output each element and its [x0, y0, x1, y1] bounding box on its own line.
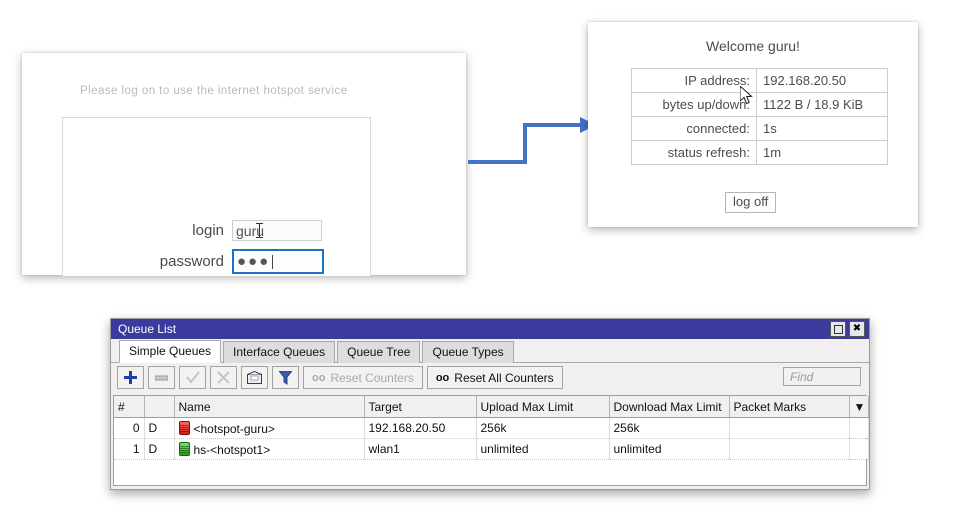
- status-table: IP address: 192.168.20.50 bytes up/down:…: [631, 68, 888, 165]
- status-key: IP address:: [631, 68, 757, 93]
- tab-interface-queues[interactable]: Interface Queues: [223, 341, 336, 363]
- row-spacer: [849, 438, 869, 460]
- disable-button[interactable]: [210, 366, 237, 389]
- enable-button[interactable]: [179, 366, 206, 389]
- mouse-cursor-icon: [740, 86, 753, 105]
- row-target: wlan1: [364, 438, 477, 460]
- reset-all-counters-button[interactable]: oo Reset All Counters: [426, 366, 563, 389]
- remove-button[interactable]: [148, 366, 175, 389]
- login-input[interactable]: guru: [232, 220, 322, 241]
- row-name: <hotspot-guru>: [174, 417, 365, 439]
- row-name-text: <hotspot-guru>: [193, 421, 275, 436]
- status-value: 192.168.20.50: [756, 68, 888, 93]
- password-input[interactable]: ●●●: [232, 249, 324, 274]
- password-label: password: [159, 253, 224, 270]
- queue-status-icon: [178, 420, 190, 435]
- text-cursor-icon: [256, 223, 263, 238]
- status-row: connected: 1s: [631, 116, 888, 141]
- queue-status-icon: [178, 441, 190, 456]
- filter-icon: [279, 370, 292, 385]
- status-row: status refresh: 1m: [631, 140, 888, 165]
- status-row: IP address: 192.168.20.50: [631, 68, 888, 93]
- row-target: 192.168.20.50: [364, 417, 477, 439]
- close-button[interactable]: ✖: [849, 321, 865, 337]
- table-row[interactable]: 0 D <hotspot-guru> 192.168.20.50 256k 25…: [114, 417, 869, 439]
- status-value: 1m: [756, 140, 888, 165]
- table-row[interactable]: 1 D hs-<hotspot1> wlan1 unlimited unlimi…: [114, 438, 869, 460]
- log-off-button[interactable]: log off: [725, 192, 777, 213]
- queue-table-container: # Name Target Upload Max Limit Download …: [113, 395, 869, 486]
- login-label: login: [192, 222, 224, 239]
- connector-arrow: [468, 117, 596, 164]
- row-upload-max-limit: unlimited: [476, 438, 610, 460]
- column-header-target[interactable]: Target: [364, 396, 477, 418]
- cross-icon: [217, 371, 230, 384]
- column-header-index[interactable]: #: [114, 396, 145, 418]
- row-flag: D: [144, 438, 175, 460]
- add-button[interactable]: [117, 366, 144, 389]
- row-flag: D: [144, 417, 175, 439]
- row-upload-max-limit: 256k: [476, 417, 610, 439]
- column-chooser-button[interactable]: ▼: [849, 396, 869, 418]
- row-packet-marks: [729, 438, 850, 460]
- status-value: 1s: [756, 116, 888, 141]
- comment-button[interactable]: [241, 366, 268, 389]
- find-placeholder: Find: [790, 369, 814, 384]
- status-value: 1122 B / 18.9 KiB: [756, 92, 888, 117]
- toolbar: oo Reset Counters oo Reset All Counters …: [111, 363, 869, 391]
- column-header-name[interactable]: Name: [174, 396, 365, 418]
- row-name: hs-<hotspot1>: [174, 438, 365, 460]
- row-index: 1: [114, 438, 145, 460]
- tab-queue-types[interactable]: Queue Types: [422, 341, 514, 363]
- hotspot-login-panel: Please log on to use the internet hotspo…: [22, 53, 466, 276]
- welcome-title: Welcome guru!: [706, 38, 800, 54]
- tab-simple-queues[interactable]: Simple Queues: [119, 340, 222, 363]
- column-header-packet-marks[interactable]: Packet Marks: [729, 396, 850, 418]
- column-header-upload-max-limit[interactable]: Upload Max Limit: [476, 396, 610, 418]
- reset-counters-prefix: oo: [312, 371, 326, 384]
- maximize-button[interactable]: [830, 321, 846, 337]
- status-key: bytes up/down:: [631, 92, 757, 117]
- column-header-flags[interactable]: [144, 396, 175, 418]
- row-spacer: [849, 417, 869, 439]
- status-key: connected:: [631, 116, 757, 141]
- row-download-max-limit: 256k: [609, 417, 730, 439]
- window-controls: ✖: [830, 321, 869, 337]
- reset-all-counters-label: Reset All Counters: [454, 370, 554, 385]
- login-heading: Please log on to use the internet hotspo…: [80, 85, 348, 97]
- row-download-max-limit: unlimited: [609, 438, 730, 460]
- filter-button[interactable]: [272, 366, 299, 389]
- queue-list-window: Queue List ✖ Simple Queues Interface Que…: [110, 318, 870, 490]
- reset-counters-button[interactable]: oo Reset Counters: [303, 366, 423, 389]
- row-name-text: hs-<hotspot1>: [193, 442, 271, 457]
- reset-counters-label: Reset Counters: [330, 370, 414, 385]
- reset-all-counters-prefix: oo: [435, 371, 450, 384]
- row-index: 0: [114, 417, 145, 439]
- plus-icon: [124, 371, 137, 384]
- tab-bar: Simple Queues Interface Queues Queue Tre…: [111, 339, 869, 363]
- maximize-icon: [833, 324, 843, 334]
- row-packet-marks: [729, 417, 850, 439]
- login-field-row: login guru: [132, 220, 322, 241]
- find-input[interactable]: Find: [783, 367, 861, 386]
- screenshot-root: Please log on to use the internet hotspo…: [0, 0, 957, 529]
- column-header-download-max-limit[interactable]: Download Max Limit: [609, 396, 730, 418]
- caret-icon: [272, 254, 274, 269]
- window-title-bar[interactable]: Queue List ✖: [111, 319, 869, 339]
- table-header-row: # Name Target Upload Max Limit Download …: [114, 396, 869, 418]
- status-row: bytes up/down: 1122 B / 18.9 KiB: [631, 92, 888, 117]
- check-icon: [185, 371, 200, 384]
- tab-queue-tree[interactable]: Queue Tree: [337, 341, 421, 363]
- password-input-value: ●●●: [237, 253, 271, 270]
- queue-table: # Name Target Upload Max Limit Download …: [114, 396, 869, 460]
- comment-icon: [247, 371, 262, 384]
- status-key: status refresh:: [631, 140, 757, 165]
- minus-icon: [155, 375, 168, 380]
- window-title: Queue List: [118, 322, 177, 336]
- password-field-row: password ●●●: [132, 249, 324, 274]
